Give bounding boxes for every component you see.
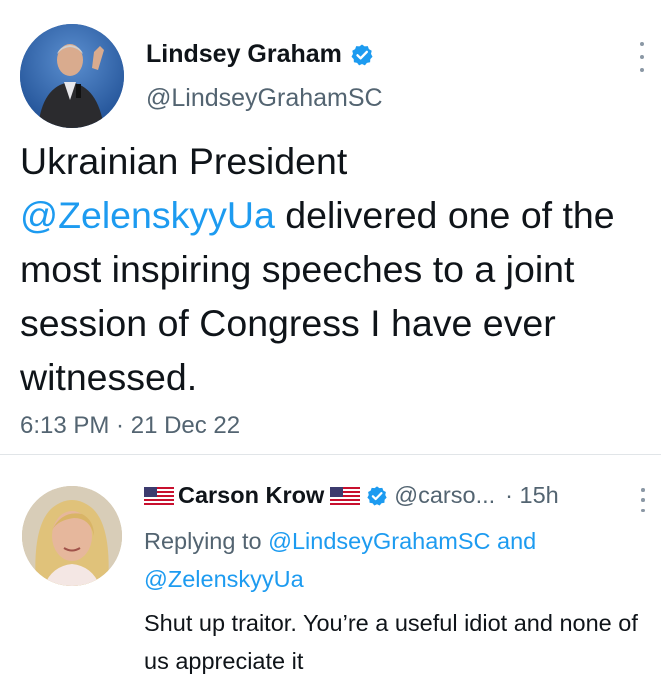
mention-link[interactable]: @ZelenskyyUa [20,194,275,236]
replying-to: Replying to @LindseyGrahamSC and @Zelens… [144,522,644,598]
reply-header: Carson Krow @carso... · 15h [144,482,559,509]
reply-author-name[interactable]: Carson Krow [178,482,324,509]
replying-and[interactable]: and [491,528,536,554]
reply-more-options-icon[interactable] [639,488,647,512]
author-name[interactable]: Lindsey Graham [146,40,374,69]
author-avatar[interactable] [20,24,124,128]
author-name-text[interactable]: Lindsey Graham [146,40,342,69]
tweet-timestamp[interactable]: 6:13 PM · 21 Dec 22 [20,412,240,440]
verified-badge-icon [367,485,387,506]
replying-mention-1[interactable]: @LindseyGrahamSC [268,528,490,554]
replying-prefix: Replying to [144,528,269,554]
verified-badge-icon [351,44,373,65]
us-flag-icon [144,486,174,505]
reply-text: Shut up traitor. You’re a useful idiot a… [144,610,638,674]
us-flag-icon [330,486,361,505]
reply-time-wrapper[interactable]: · 15h [505,482,559,509]
reply-author-handle[interactable]: @carso... [394,482,495,509]
tweet-text-part1: Ukrainian President [20,140,348,182]
tweet-text: Ukrainian President @ZelenskyyUa deliver… [20,134,650,404]
reply-author-avatar[interactable] [22,486,122,586]
tweet-date[interactable]: 21 Dec 22 [131,412,240,439]
replying-mention-2[interactable]: @ZelenskyyUa [144,566,304,592]
reply-separator: · [505,482,513,508]
divider [0,454,661,455]
avatar-image [20,24,124,128]
reply-time[interactable]: 15h [520,482,559,508]
tweet-time[interactable]: 6:13 PM [20,412,109,439]
reply-avatar-image [22,486,122,586]
author-handle[interactable]: @LindseyGrahamSC [146,84,383,113]
more-options-icon[interactable] [637,42,647,72]
meta-separator: · [109,412,131,439]
tweet: Lindsey Graham @LindseyGrahamSC Ukrainia… [0,0,661,452]
reply-tweet: Carson Krow @carso... · 15h Replying to … [0,456,661,697]
